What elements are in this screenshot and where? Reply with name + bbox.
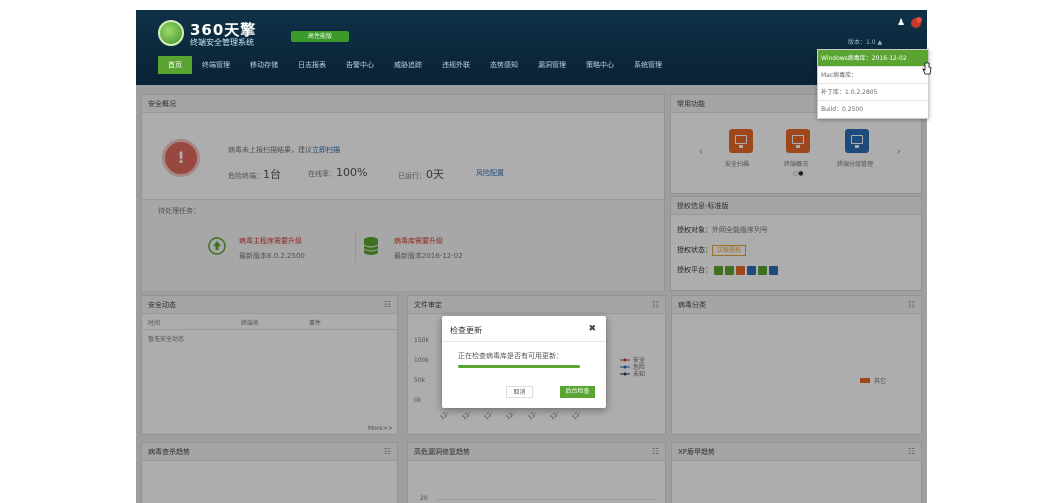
cancel-button[interactable]: 取消 bbox=[506, 386, 533, 398]
app-subtitle: 终端安全管理系统 bbox=[190, 38, 254, 47]
modal-overlay bbox=[136, 85, 927, 503]
header-bar: 360天擎 终端安全管理系统 高性能版 ♟ 版本：1.0 ▲ 首页 终端管理 移… bbox=[136, 10, 927, 85]
check-update-dialog: 检查更新 ✖ 正在检查病毒库是否有可用更新： 取消 后台检查 bbox=[442, 316, 606, 408]
nav-mobile-storage[interactable]: 移动存储 bbox=[240, 56, 288, 74]
nav-policy[interactable]: 策略中心 bbox=[576, 56, 624, 74]
close-icon[interactable]: ✖ bbox=[588, 324, 596, 334]
dropdown-item-mac[interactable]: Mac病毒库： bbox=[818, 67, 928, 84]
version-toggle[interactable]: 版本：1.0 ▲ bbox=[848, 37, 882, 46]
nav-violation[interactable]: 违规外联 bbox=[432, 56, 480, 74]
logo-icon bbox=[158, 20, 184, 46]
dropdown-item-patch[interactable]: 补丁库：1.0.2.2805 bbox=[818, 84, 928, 101]
nav-situation[interactable]: 态势感知 bbox=[480, 56, 528, 74]
nav-system[interactable]: 系统管理 bbox=[624, 56, 672, 74]
progress-fill bbox=[458, 365, 580, 368]
dropdown-item-windows[interactable]: Windows病毒库：2016-12-02 bbox=[818, 50, 928, 67]
dialog-title: 检查更新 bbox=[450, 326, 482, 335]
progress-bar bbox=[458, 365, 580, 368]
nav-threat-tracking[interactable]: 威胁追踪 bbox=[384, 56, 432, 74]
nav-home[interactable]: 首页 bbox=[158, 56, 192, 74]
hand-cursor-icon bbox=[922, 62, 932, 75]
version-dropdown: Windows病毒库：2016-12-02 Mac病毒库： 补丁库：1.0.2.… bbox=[817, 49, 929, 119]
background-check-button[interactable]: 后台检查 bbox=[560, 386, 595, 398]
nav-vulnerability[interactable]: 漏洞管理 bbox=[528, 56, 576, 74]
divider bbox=[442, 341, 606, 342]
nav-log-report[interactable]: 日志报表 bbox=[288, 56, 336, 74]
main-nav: 首页 终端管理 移动存储 日志报表 告警中心 威胁追踪 违规外联 态势感知 漏洞… bbox=[158, 56, 672, 76]
user-icon[interactable]: ♟ bbox=[897, 18, 905, 28]
dropdown-item-build[interactable]: Build：0.2500 bbox=[818, 101, 928, 118]
edition-badge: 高性能版 bbox=[291, 31, 349, 42]
nav-alert-center[interactable]: 告警中心 bbox=[336, 56, 384, 74]
bug-alert-icon[interactable] bbox=[909, 16, 923, 29]
dialog-message: 正在检查病毒库是否有可用更新： bbox=[458, 352, 563, 360]
nav-terminal[interactable]: 终端管理 bbox=[192, 56, 240, 74]
